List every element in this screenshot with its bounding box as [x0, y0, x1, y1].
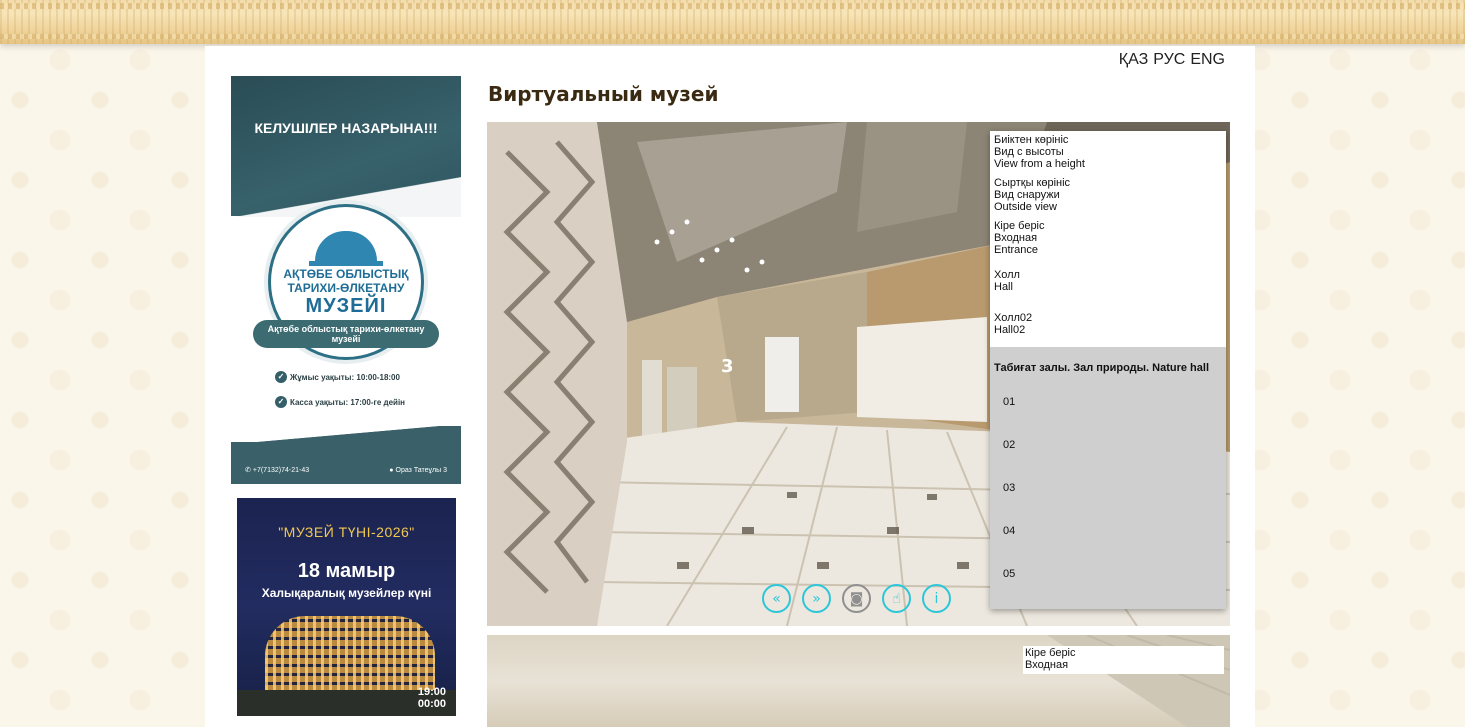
previous-scene-icon[interactable]: « — [762, 584, 791, 613]
scene-item-view-from-height[interactable]: Биіктен көрініс Вид с высоты View from a… — [994, 134, 1222, 170]
cashier-hours-text: Касса уақыты: 17:00-ге дейін — [290, 397, 405, 407]
svg-text:3: 3 — [721, 356, 734, 377]
scene-label-ru: Входная — [994, 232, 1038, 244]
nature-hall-list: 01 02 03 04 05 — [990, 374, 1226, 611]
address-text: Ораз Татеұлы 3 — [395, 467, 447, 474]
phone-row: ✆ +7(7132)74-21-43 — [245, 466, 310, 475]
lang-kaz-link[interactable]: ҚАЗ — [1119, 51, 1148, 69]
time-end: 00:00 — [417, 698, 446, 710]
scene-label-kz: Кіре беріс — [1025, 647, 1076, 659]
scene-item-outside-view[interactable]: Сыртқы көрініс Вид снаружи Outside view — [994, 177, 1222, 213]
language-switcher: ҚАЗ РУС ENG — [1119, 51, 1225, 69]
scene-label-en: View from a height — [994, 158, 1085, 170]
museum-name-pill: Ақтөбе облыстық тарихи-өлкетану музейі — [253, 320, 439, 348]
address-row: ● Ораз Татеұлы 3 — [389, 467, 447, 474]
vr-headset-icon[interactable]: ◙ — [842, 584, 871, 613]
scene-label-kz: Кіре беріс — [994, 220, 1045, 232]
check-icon: ✓ — [275, 371, 287, 383]
hall-scene-03[interactable]: 03 — [1003, 482, 1226, 525]
museum-night-banner[interactable]: "МУЗЕЙ ТҮНІ-2026" 18 мамыр Халықаралық м… — [237, 498, 456, 716]
scene-item-hall[interactable]: Холл Hall — [994, 269, 1222, 293]
hall-scene-05[interactable]: 05 — [1003, 568, 1226, 611]
scene-label-ru: Hall — [994, 281, 1013, 293]
lang-rus-link[interactable]: РУС — [1153, 51, 1185, 69]
work-hours-text: Жұмыс уақыты: 10:00-18:00 — [290, 372, 400, 382]
scene-label-ru: Вид снаружи — [994, 189, 1060, 201]
page-title: Виртуальный музей — [488, 82, 719, 106]
panorama-viewer[interactable]: 3 Биіктен көрініс Вид с высоты View from… — [487, 122, 1230, 626]
nature-hall-title: Табиғат залы. Зал природы. Nature hall — [994, 362, 1210, 374]
event-subtitle: Халықаралық музейлер күні — [261, 586, 432, 600]
scene-label-ru: Входная — [1025, 659, 1069, 671]
scene-label-kz: Холл — [994, 269, 1020, 281]
scene-label-en: Entrance — [994, 244, 1039, 256]
work-hours-row: ✓ Жұмыс уақыты: 10:00-18:00 — [275, 371, 400, 383]
scene-label-ru: Вид с высоты — [994, 146, 1064, 158]
dome-icon — [309, 231, 383, 266]
scene-label-kz: Биіктен көрініс — [994, 134, 1069, 146]
banner-heading: КЕЛУШІЛЕР НАЗАРЫНА!!! — [254, 120, 438, 136]
time-start: 19:00 — [417, 686, 446, 698]
hall-scene-04[interactable]: 04 — [1003, 525, 1226, 568]
scene-label-ru: Hall02 — [994, 324, 1026, 336]
check-icon: ✓ — [275, 396, 287, 408]
scene-item-hall02[interactable]: Холл02 Hall02 — [994, 312, 1222, 336]
scene-list-panel: Биіктен көрініс Вид с высоты View from a… — [990, 131, 1226, 609]
info-icon[interactable]: i — [922, 584, 951, 613]
scene-label-entrance[interactable]: Кіре беріс Входная — [1023, 646, 1224, 674]
logo-line: МУЗЕЙІ — [305, 295, 387, 317]
phone-text: +7(7132)74-21-43 — [252, 466, 310, 474]
hall-scene-02[interactable]: 02 — [1003, 439, 1226, 482]
museum-building-image — [265, 616, 435, 694]
scene-label-kz: Холл02 — [994, 312, 1033, 324]
viewer-controls: « » ◙ ☝ i — [762, 584, 951, 613]
hall-scene-01[interactable]: 01 — [1003, 396, 1226, 439]
lang-eng-link[interactable]: ENG — [1190, 51, 1225, 69]
next-scene-icon[interactable]: » — [802, 584, 831, 613]
visitors-notice-banner[interactable]: КЕЛУШІЛЕР НАЗАРЫНА!!! АҚТӨБЕ ОБЛЫСТЫҚ ТА… — [231, 76, 461, 484]
decorative-top-border — [0, 0, 1465, 44]
event-date: 18 мамыр — [297, 560, 396, 582]
panorama-viewer-secondary[interactable]: Кіре беріс Входная — [487, 635, 1230, 727]
logo-line: ТАРИХИ-ӨЛКЕТАНУ — [287, 281, 405, 295]
event-time: 19:00 00:00 — [418, 686, 446, 710]
scene-item-entrance[interactable]: Кіре беріс Входная Entrance — [994, 220, 1222, 256]
main-content: ҚАЗ РУС ENG Виртуальный музей КЕЛУШІЛЕР … — [205, 46, 1255, 727]
location-icon: ● — [389, 467, 394, 474]
banner-title: "МУЗЕЙ ТҮНІ-2026" — [278, 524, 415, 540]
cashier-hours-row: ✓ Касса уақыты: 17:00-ге дейін — [275, 396, 405, 408]
scene-list: Биіктен көрініс Вид с высоты View from a… — [990, 131, 1226, 347]
scene-label-en: Outside view — [994, 201, 1057, 213]
logo-line: АҚТӨБЕ ОБЛЫСТЫҚ — [283, 267, 409, 281]
phone-icon: ✆ — [245, 467, 251, 474]
scene-label-kz: Сыртқы көрініс — [994, 177, 1071, 189]
gyroscope-hand-icon[interactable]: ☝ — [882, 584, 911, 613]
